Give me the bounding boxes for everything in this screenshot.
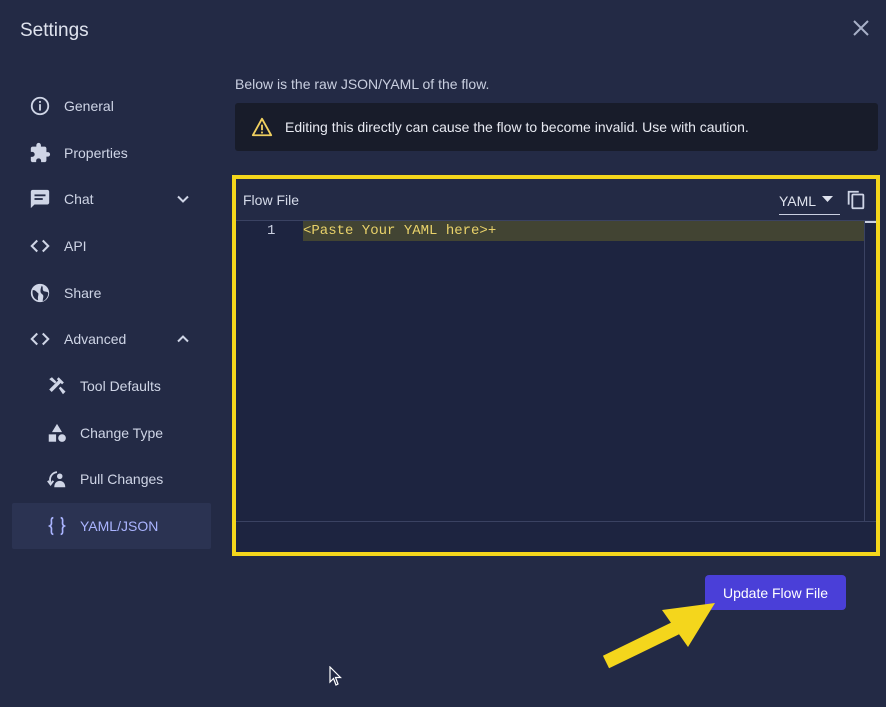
mouse-cursor-icon: [329, 666, 342, 686]
format-select-value: YAML: [779, 193, 817, 209]
chevron-up-icon[interactable]: [175, 331, 191, 347]
annotation-arrow-icon: [602, 603, 715, 669]
settings-title: Settings: [20, 20, 89, 41]
editor-header: Flow File YAML: [236, 179, 876, 221]
globe-icon: [30, 283, 50, 303]
sidebar-item-change-type[interactable]: Change Type: [12, 410, 211, 456]
format-select[interactable]: YAML: [779, 187, 840, 215]
warning-text: Editing this directly can cause the flow…: [285, 119, 749, 135]
puzzle-icon: [30, 142, 51, 163]
sidebar-item-label: Advanced: [64, 331, 127, 347]
sidebar-item-label: General: [64, 98, 114, 114]
caret-down-icon: [822, 196, 833, 202]
sidebar-item-share[interactable]: Share: [12, 270, 211, 316]
close-icon[interactable]: [850, 17, 872, 39]
code-line[interactable]: <Paste Your YAML here>+: [303, 223, 496, 239]
code-icon: [30, 239, 50, 253]
sidebar-item-label: Change Type: [80, 425, 164, 441]
chat-icon: [30, 189, 50, 209]
sidebar-item-label: Pull Changes: [80, 471, 164, 487]
copy-icon[interactable]: [845, 189, 867, 211]
tools-icon: [49, 377, 66, 395]
sidebar-item-yaml-json[interactable]: YAML/JSON: [12, 503, 211, 549]
warning-banner: Editing this directly can cause the flow…: [235, 103, 878, 151]
info-icon: [30, 96, 50, 116]
sidebar-item-label: API: [64, 238, 87, 254]
scrollbar-thumb[interactable]: [865, 221, 876, 223]
braces-icon: [47, 516, 67, 536]
sidebar-item-label: Share: [64, 285, 102, 301]
code-editor[interactable]: 1 <Paste Your YAML here>+: [236, 221, 875, 521]
line-number: 1: [267, 223, 276, 239]
description-text: Below is the raw JSON/YAML of the flow.: [235, 76, 490, 92]
sidebar-item-label: YAML/JSON: [80, 518, 159, 534]
sidebar-item-properties[interactable]: Properties: [12, 130, 211, 176]
sidebar-item-label: Properties: [64, 145, 128, 161]
sidebar-item-label: Tool Defaults: [80, 378, 161, 394]
sidebar-item-advanced[interactable]: Advanced: [12, 316, 211, 362]
editor-title: Flow File: [243, 192, 300, 208]
chevron-down-icon[interactable]: [175, 191, 191, 207]
sidebar-item-chat[interactable]: Chat: [12, 176, 211, 222]
editor-footer-divider: [236, 521, 876, 522]
editor-scrollbar[interactable]: [864, 221, 876, 521]
sidebar-item-label: Chat: [64, 191, 94, 207]
sidebar-item-tool-defaults[interactable]: Tool Defaults: [12, 363, 211, 409]
sidebar-item-pull-changes[interactable]: Pull Changes: [12, 456, 211, 502]
sidebar-item-general[interactable]: General: [12, 83, 211, 129]
update-flow-file-button[interactable]: Update Flow File: [705, 575, 846, 610]
shapes-icon: [48, 423, 66, 442]
pull-changes-icon: [47, 471, 66, 488]
sidebar-item-api[interactable]: API: [12, 223, 211, 269]
warning-icon: [251, 117, 273, 137]
flow-file-editor: Flow File YAML 1 <Paste Your YAML here>+: [232, 175, 880, 556]
code-icon: [30, 332, 50, 346]
